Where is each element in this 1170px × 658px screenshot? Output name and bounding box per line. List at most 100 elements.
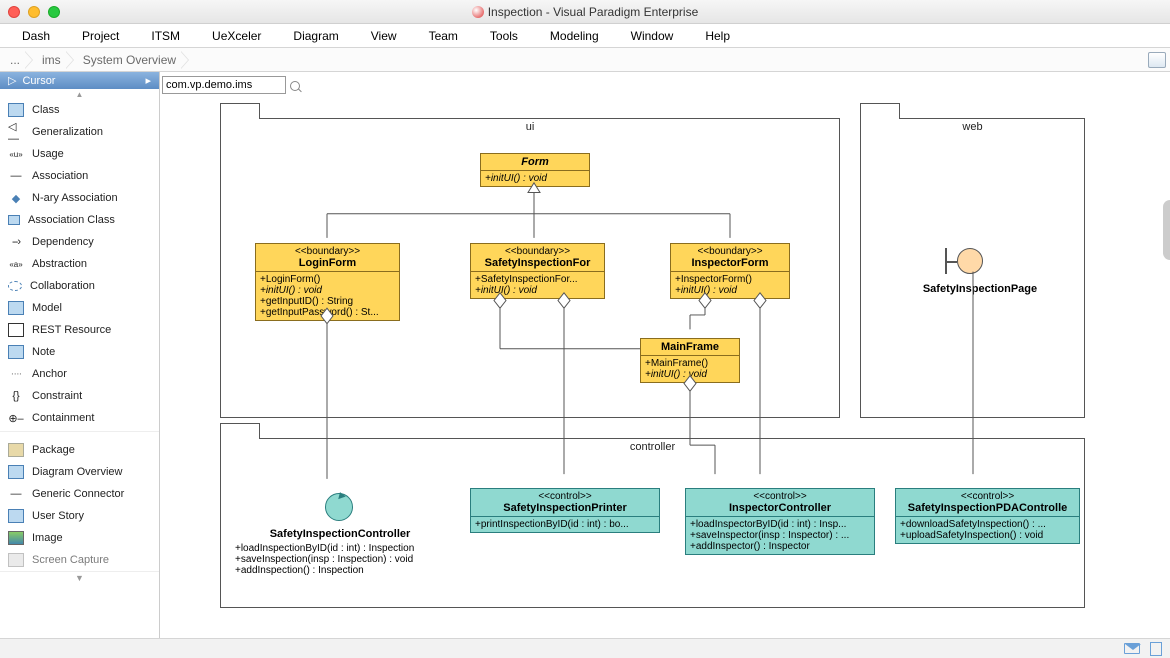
window-title: Inspection - Visual Paradigm Enterprise (0, 5, 1170, 19)
safetyform-m2: +initUI() : void (475, 285, 600, 296)
palette-generic-connector[interactable]: —Generic Connector (0, 483, 159, 505)
crumb-root[interactable]: ... (4, 48, 26, 71)
menu-itsm[interactable]: ITSM (137, 27, 194, 45)
palette-nary[interactable]: ◆N-ary Association (0, 187, 159, 209)
palette-separator (0, 431, 159, 439)
image-icon (8, 531, 24, 545)
class-loginform[interactable]: <<boundary>>LoginForm +LoginForm() +init… (255, 243, 400, 321)
window-title-text: Inspection - Visual Paradigm Enterprise (488, 5, 699, 19)
sicontroller-name: SafetyInspectionController (235, 528, 445, 540)
class-inspectorform[interactable]: <<boundary>>InspectorForm +InspectorForm… (670, 243, 790, 299)
zoom-icon[interactable] (48, 6, 60, 18)
constraint-icon: {} (8, 389, 24, 403)
palette-usage[interactable]: «u»Usage (0, 143, 159, 165)
palette-cursor[interactable]: ▷ Cursor ▸ (0, 72, 159, 89)
class-form[interactable]: Form +initUI() : void (480, 153, 590, 187)
menu-modeling[interactable]: Modeling (536, 27, 613, 45)
pdacontroller-m2: +uploadSafetyInspection() : void (900, 530, 1075, 541)
document-icon[interactable] (1150, 642, 1162, 656)
usage-icon: «u» (8, 147, 24, 161)
inspcontroller-name: InspectorController (729, 502, 831, 514)
capture-icon (8, 553, 24, 567)
package-field[interactable] (162, 76, 286, 94)
loginform-m2: +initUI() : void (260, 285, 395, 296)
menu-project[interactable]: Project (68, 27, 133, 45)
palette-diagram-overview[interactable]: Diagram Overview (0, 461, 159, 483)
pdacontroller-stereo: <<control>> (900, 491, 1075, 502)
siprinter-m1: +printInspectionByID(id : int) : bo... (475, 519, 655, 530)
note-icon (8, 345, 24, 359)
close-icon[interactable] (8, 6, 20, 18)
palette-anchor[interactable]: ····Anchor (0, 363, 159, 385)
class-safetyinspectionform[interactable]: <<boundary>>SafetyInspectionFor +SafetyI… (470, 243, 605, 299)
palette-assoc-class[interactable]: Association Class (0, 209, 159, 231)
crumb-ims[interactable]: ims (36, 48, 67, 71)
connector-icon: — (8, 487, 24, 501)
sicontroller-methods: +loadInspectionByID(id : int) : Inspecti… (235, 543, 414, 576)
app-icon (472, 6, 484, 18)
inspcontroller-m3: +addInspector() : Inspector (690, 541, 870, 552)
model-icon (8, 301, 24, 315)
siprinter-name: SafetyInspectionPrinter (503, 502, 626, 514)
diagram-canvas[interactable]: ui web controller Form +initUI() : void … (160, 72, 1170, 638)
inspectorform-m1: +InspectorForm() (675, 274, 785, 285)
menu-help[interactable]: Help (691, 27, 744, 45)
palette-abstraction[interactable]: «a»Abstraction (0, 253, 159, 275)
search-icon[interactable] (290, 81, 300, 91)
palette-class[interactable]: Class (0, 99, 159, 121)
palette-package[interactable]: Package (0, 439, 159, 461)
package-controller-title: controller (221, 441, 1084, 453)
menu-diagram[interactable]: Diagram (279, 27, 352, 45)
workarea: ▷ Cursor ▸ Class ◁—Generalization «u»Usa… (0, 72, 1170, 638)
menu-uexceler[interactable]: UeXceler (198, 27, 275, 45)
siprinter-stereo: <<control>> (475, 491, 655, 502)
menubar: Dash Project ITSM UeXceler Diagram View … (0, 24, 1170, 48)
menu-view[interactable]: View (357, 27, 411, 45)
inspcontroller-m1: +loadInspectorByID(id : int) : Insp... (690, 519, 870, 530)
menu-tools[interactable]: Tools (476, 27, 532, 45)
pdacontroller-m1: +downloadSafetyInspection() : ... (900, 519, 1075, 530)
mail-icon[interactable] (1124, 643, 1140, 654)
class-safetyinspectionprinter[interactable]: <<control>>SafetyInspectionPrinter +prin… (470, 488, 660, 533)
menu-team[interactable]: Team (415, 27, 472, 45)
palette-user-story[interactable]: User Story (0, 505, 159, 527)
titlebar: Inspection - Visual Paradigm Enterprise (0, 0, 1170, 24)
palette-image[interactable]: Image (0, 527, 159, 549)
palette-collaboration[interactable]: Collaboration (0, 275, 159, 297)
palette-dependency[interactable]: --›Dependency (0, 231, 159, 253)
palette-note[interactable]: Note (0, 341, 159, 363)
nary-icon: ◆ (8, 191, 24, 205)
palette-screen-capture[interactable]: Screen Capture (0, 549, 159, 571)
safetyform-m1: +SafetyInspectionFor... (475, 274, 600, 285)
menu-window[interactable]: Window (617, 27, 688, 45)
scroll-down-icon[interactable]: ▼ (0, 571, 159, 583)
palette-association[interactable]: —Association (0, 165, 159, 187)
palette-constraint[interactable]: {}Constraint (0, 385, 159, 407)
association-icon: — (8, 169, 24, 183)
assoc-class-icon (8, 215, 20, 225)
control-safetyinspectioncontroller-icon[interactable] (325, 493, 353, 521)
palette-containment[interactable]: ⊕–Containment (0, 407, 159, 429)
palette-rest[interactable]: REST Resource (0, 319, 159, 341)
minimize-icon[interactable] (28, 6, 40, 18)
class-mainframe[interactable]: MainFrame +MainFrame() +initUI() : void (640, 338, 740, 383)
inspectorform-name: InspectorForm (691, 257, 768, 269)
loginform-stereo: <<boundary>> (260, 246, 395, 257)
scroll-up-icon[interactable] (0, 89, 159, 99)
class-inspectorcontroller[interactable]: <<control>>InspectorController +loadInsp… (685, 488, 875, 555)
class-form-name: Form (521, 156, 549, 168)
user-story-icon (8, 509, 24, 523)
package-icon (8, 443, 24, 457)
pdacontroller-name: SafetyInspectionPDAControlle (908, 502, 1068, 514)
rest-icon (8, 323, 24, 337)
palette-model[interactable]: Model (0, 297, 159, 319)
vertical-scrollbar[interactable] (1163, 200, 1170, 260)
view-options-icon[interactable] (1148, 52, 1166, 68)
cursor-icon: ▷ (8, 74, 16, 87)
menu-dash[interactable]: Dash (8, 27, 64, 45)
anchor-icon: ···· (8, 367, 24, 381)
class-pdacontroller[interactable]: <<control>>SafetyInspectionPDAControlle … (895, 488, 1080, 544)
crumb-system-overview[interactable]: System Overview (77, 48, 182, 71)
palette-generalization[interactable]: ◁—Generalization (0, 121, 159, 143)
package-web-tab (860, 103, 900, 119)
